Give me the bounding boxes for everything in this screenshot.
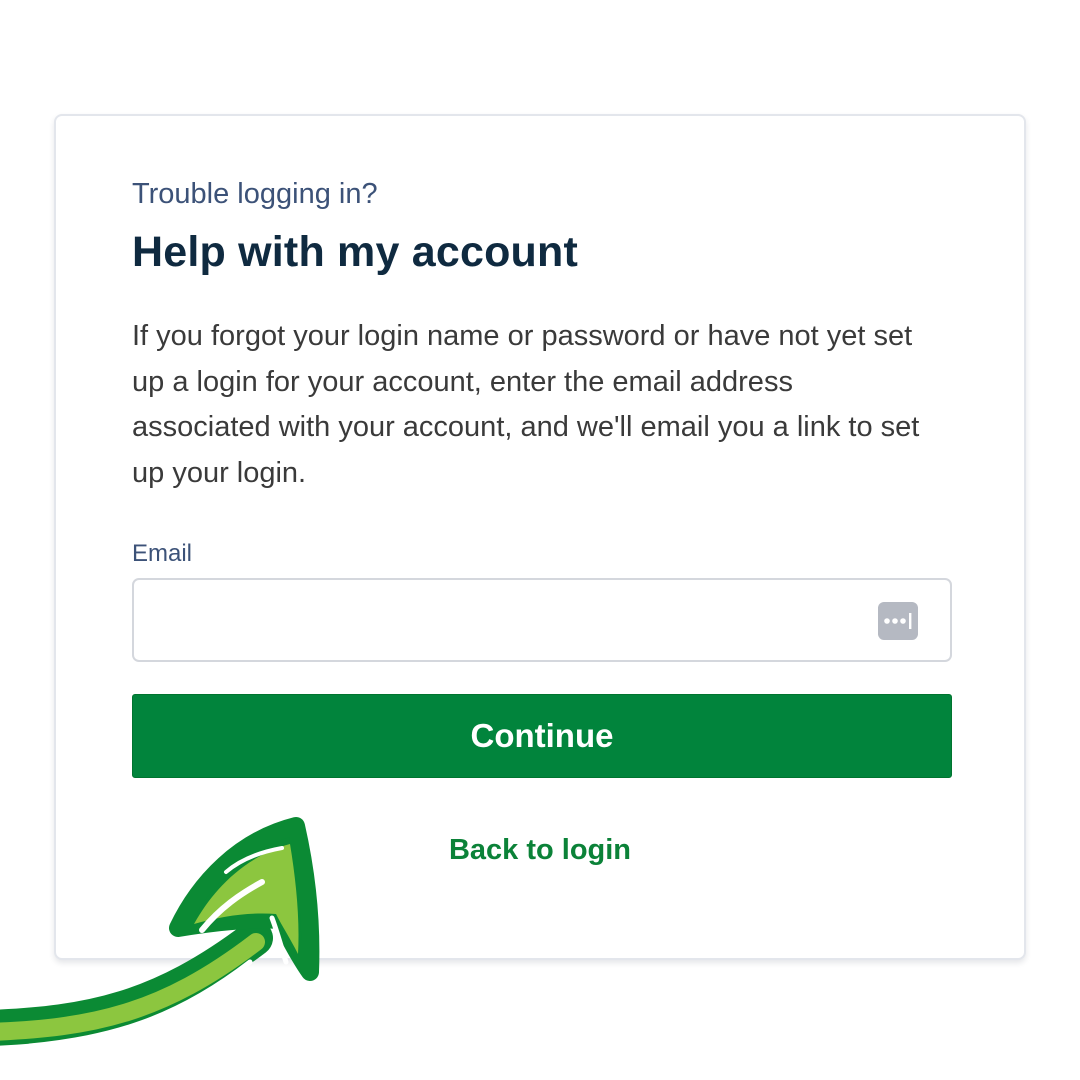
password-dots-icon[interactable]	[878, 602, 918, 640]
email-input[interactable]	[148, 590, 852, 652]
email-label: Email	[132, 540, 193, 567]
page-title: Help with my account	[132, 228, 579, 276]
continue-button[interactable]: Continue	[132, 694, 952, 778]
help-card: Trouble logging in? Help with my account…	[54, 114, 1026, 960]
back-to-login-link[interactable]: Back to login	[56, 834, 1024, 867]
eyebrow-text: Trouble logging in?	[132, 178, 378, 210]
email-field[interactable]	[132, 578, 952, 662]
help-description: If you forgot your login name or passwor…	[132, 320, 920, 489]
